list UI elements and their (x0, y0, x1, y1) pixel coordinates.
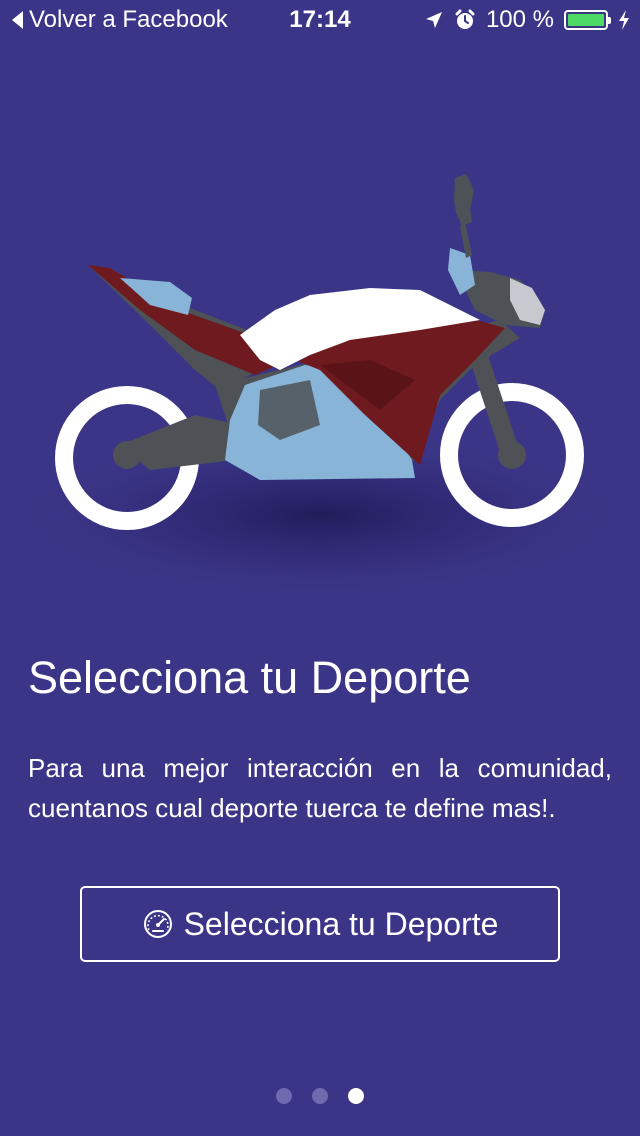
select-sport-button-label: Selecciona tu Deporte (183, 905, 499, 942)
page-dot-3[interactable] (348, 1088, 364, 1104)
page-dot-2[interactable] (312, 1088, 328, 1104)
page-indicator (0, 1088, 640, 1104)
select-sport-button[interactable]: Selecciona tu Deporte (80, 886, 560, 962)
page-title: Selecciona tu Deporte (28, 652, 471, 703)
speedometer-icon (143, 910, 172, 938)
mirror (454, 174, 474, 226)
status-indicators: 100 % (424, 0, 630, 40)
onboarding-screen: Volver a Facebook 17:14 100 % Selecciona… (0, 0, 640, 1136)
motorcycle-illustration (20, 174, 620, 595)
page-dot-1[interactable] (276, 1088, 292, 1104)
battery-fill (568, 14, 604, 26)
charging-bolt-icon (619, 10, 629, 30)
battery-icon (564, 10, 611, 30)
location-arrow-icon (425, 12, 442, 28)
page-description: Para una mejor interacción en la comunid… (28, 753, 612, 823)
status-bar: Volver a Facebook 17:14 100 % (0, 0, 640, 40)
alarm-icon (455, 9, 475, 29)
battery-percentage: 100 % (485, 6, 554, 33)
